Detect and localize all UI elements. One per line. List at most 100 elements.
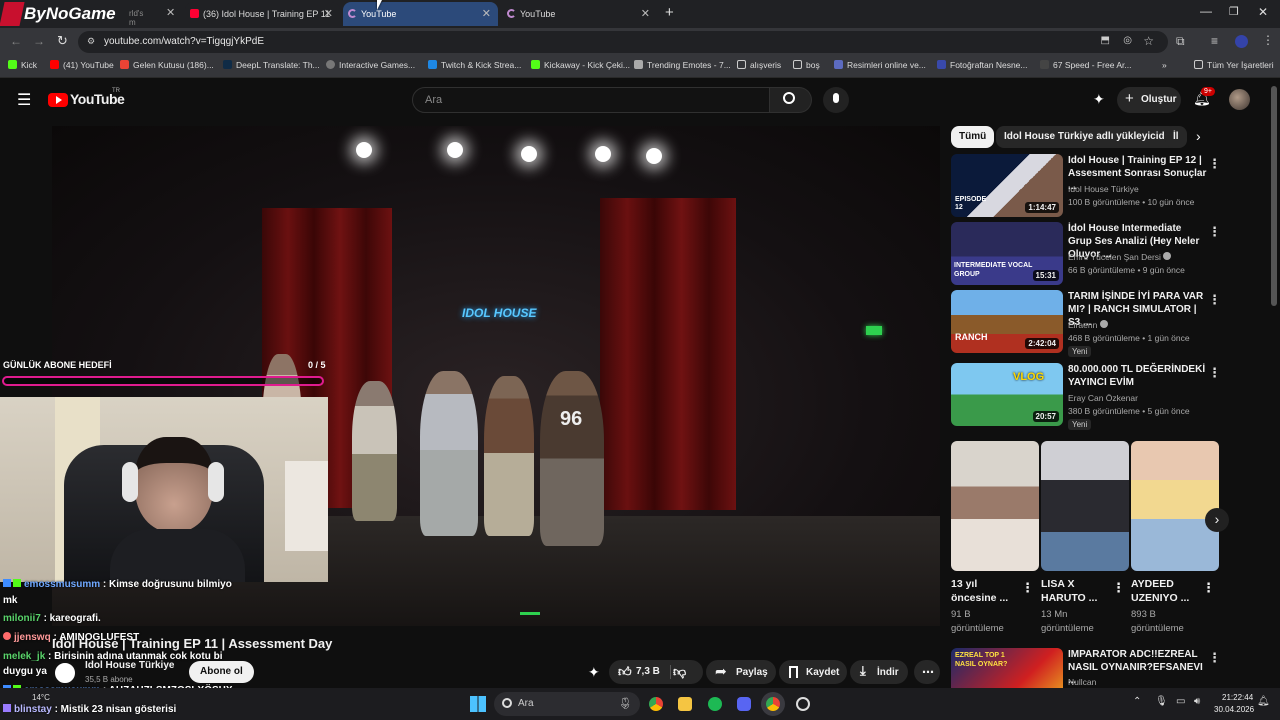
new-tab-button[interactable]: + — [665, 4, 674, 21]
idol-house-neon-sign: IDOL HOUSE — [462, 306, 537, 320]
recommended-video[interactable]: INTERMEDIATE VOCAL GROUP 15:31 İdol Hous… — [951, 222, 1261, 286]
recommended-video[interactable]: EZREAL TOP 1 NASIL OYNAR? IMPARATOR ADC!… — [951, 648, 1261, 688]
back-icon[interactable]: ← — [10, 34, 22, 48]
channel-name[interactable]: Idol House Türkiye — [85, 660, 174, 671]
create-button[interactable]: + Oluştur — [1117, 87, 1181, 113]
profile-icon[interactable] — [1235, 35, 1248, 48]
more-options-icon[interactable]: ⋮ — [1112, 580, 1125, 596]
channel-avatar[interactable] — [52, 660, 78, 686]
tab-fragment: rld's m — [129, 9, 144, 27]
windows-start-icon[interactable] — [470, 696, 486, 712]
share-button[interactable]: ➦ Paylaş — [706, 660, 776, 684]
notification-bell-icon[interactable]: 🔔︎ — [1257, 696, 1270, 707]
bookmark-item[interactable]: DeepL Translate: Th... — [223, 60, 320, 70]
tab-youtube[interactable]: YouTube ✕ — [502, 2, 657, 26]
dislike-button[interactable]: 👎︎ — [673, 664, 686, 680]
chrome-active-icon[interactable] — [766, 697, 780, 711]
bookmark-star-icon[interactable]: ☆ — [1143, 34, 1154, 48]
stage-curtain — [600, 198, 736, 510]
bookmark-folder[interactable]: alışveris — [737, 60, 781, 70]
clock-date[interactable]: 30.04.2026 — [1214, 705, 1254, 714]
minimize-button[interactable]: — — [1200, 4, 1212, 18]
short-thumbnail[interactable] — [951, 441, 1039, 571]
tray-chevron-icon[interactable]: ⌃ — [1133, 696, 1141, 707]
extensions-icon[interactable]: ⧉ — [1176, 34, 1185, 49]
bookmark-item[interactable]: Resimleri online ve... — [834, 60, 926, 70]
media-icon[interactable]: ≡ — [1211, 34, 1218, 48]
save-button[interactable]: Kaydet — [779, 660, 847, 684]
bookmark-item[interactable]: Twitch & Kick Strea... — [428, 60, 521, 70]
discord-icon[interactable] — [737, 697, 751, 711]
clock-time[interactable]: 21:22:44 — [1222, 693, 1253, 702]
search-button[interactable] — [770, 87, 812, 113]
file-explorer-icon[interactable] — [678, 697, 692, 711]
close-icon[interactable]: ✕ — [641, 7, 650, 20]
more-options-icon[interactable]: ⋮ — [1208, 224, 1221, 240]
ask-ai-icon[interactable]: ✦ — [588, 664, 600, 681]
bookmark-item[interactable]: Interactive Games... — [326, 60, 415, 70]
spotify-icon[interactable] — [708, 697, 722, 711]
tab-youtube-active[interactable]: YouTube ✕ — [343, 2, 498, 26]
site-info-icon[interactable]: ⚙ — [87, 36, 95, 47]
close-icon[interactable]: ✕ — [482, 7, 491, 20]
search-input[interactable]: Ara — [412, 87, 770, 113]
page-scrollbar[interactable] — [1268, 78, 1280, 688]
microphone-icon[interactable]: 🎙︎ — [1155, 696, 1168, 707]
app-icon[interactable] — [796, 697, 810, 711]
close-icon[interactable]: ✕ — [166, 6, 175, 19]
menu-icon[interactable]: ⋮ — [1262, 33, 1274, 47]
bookmark-item[interactable]: Kick — [8, 60, 37, 70]
bookmark-item[interactable]: (41) YouTube — [50, 60, 114, 70]
like-button[interactable]: 👍︎ 7,3 B — [609, 660, 669, 684]
taskbar-search[interactable]: Ara 🌷︎ — [494, 692, 640, 716]
chip-related[interactable]: İl — [1165, 126, 1187, 148]
recommended-video[interactable]: VLOG 20:57 80.000.000 TL DEĞERİNDEKİ YAY… — [951, 363, 1261, 433]
more-actions-button[interactable]: ⋯ — [914, 660, 940, 684]
short-thumbnail[interactable] — [1131, 441, 1219, 571]
hamburger-menu-icon[interactable]: ☰ — [17, 90, 31, 110]
chrome-icon[interactable] — [649, 697, 663, 711]
more-bookmarks-icon[interactable]: » — [1162, 60, 1167, 70]
more-options-icon[interactable]: ⋮ — [1208, 156, 1221, 172]
feed-icon[interactable]: ✦ — [1093, 91, 1105, 108]
maximize-button[interactable]: ❐ — [1229, 5, 1239, 18]
reload-icon[interactable]: ↻ — [57, 33, 68, 49]
volume-icon[interactable]: 🔊︎ — [1194, 696, 1200, 707]
bookmark-item[interactable]: Trending Emotes - 7... — [634, 60, 731, 70]
bookmark-item[interactable]: Fotoğraftan Nesne... — [937, 60, 1028, 70]
url-input[interactable]: ⚙ youtube.com/watch?v=TigqgjYkPdE ⬒ ◎ ☆ — [78, 31, 1168, 53]
voice-search-button[interactable] — [823, 87, 849, 113]
forward-icon[interactable]: → — [33, 34, 45, 48]
chip-uploader[interactable]: Idol House Türkiye adlı yükleyiciden — [996, 126, 1185, 148]
hide-icon[interactable]: ◎ — [1123, 35, 1132, 46]
shorts-next-button[interactable]: › — [1205, 508, 1229, 532]
youtube-logo[interactable]: YouTube TR — [48, 88, 128, 111]
subscribe-button[interactable]: Abone ol — [189, 661, 254, 683]
more-options-icon[interactable]: ⋮ — [1208, 365, 1221, 381]
more-options-icon[interactable]: ⋮ — [1202, 580, 1215, 596]
bookmark-item[interactable]: Kickaway - Kick Çeki... — [531, 60, 630, 70]
weather-widget[interactable]: 14°C — [32, 693, 50, 702]
network-icon[interactable]: ▭ — [1176, 696, 1185, 707]
chat-username: melek_jk — [3, 651, 46, 662]
tab-idol-house[interactable]: (36) Idol House | Training EP 11 ✕ — [185, 2, 340, 26]
short-thumbnail[interactable] — [1041, 441, 1129, 571]
scrollbar-thumb[interactable] — [1271, 86, 1277, 306]
bookmark-item[interactable]: 67 Speed - Free Ar... — [1040, 60, 1131, 70]
bookmark-item[interactable]: Gelen Kutusu (186)... — [120, 60, 214, 70]
install-icon[interactable]: ⬒ — [1101, 35, 1110, 46]
chip-all[interactable]: Tümü — [951, 126, 995, 148]
bookmark-label: alışveris — [750, 60, 782, 70]
avatar[interactable] — [1229, 89, 1250, 110]
recommended-video[interactable]: RANCH 2:42:04 TARIM İŞİNDE İYİ PARA VAR … — [951, 290, 1261, 360]
more-options-icon[interactable]: ⋮ — [1208, 292, 1221, 308]
more-options-icon[interactable]: ⋮ — [1021, 580, 1034, 596]
more-options-icon[interactable]: ⋮ — [1208, 650, 1221, 666]
download-button[interactable]: ⤓ İndir — [850, 660, 908, 684]
close-icon[interactable]: ✕ — [324, 7, 333, 20]
chevron-right-icon[interactable]: › — [1196, 128, 1201, 144]
bookmark-folder[interactable]: boş — [793, 60, 820, 70]
recommended-video[interactable]: EPISODE 12 1:14:47 Idol House | Training… — [951, 154, 1261, 218]
all-bookmarks[interactable]: Tüm Yer İşaretleri — [1194, 60, 1274, 70]
close-window-button[interactable]: ✕ — [1258, 5, 1268, 19]
